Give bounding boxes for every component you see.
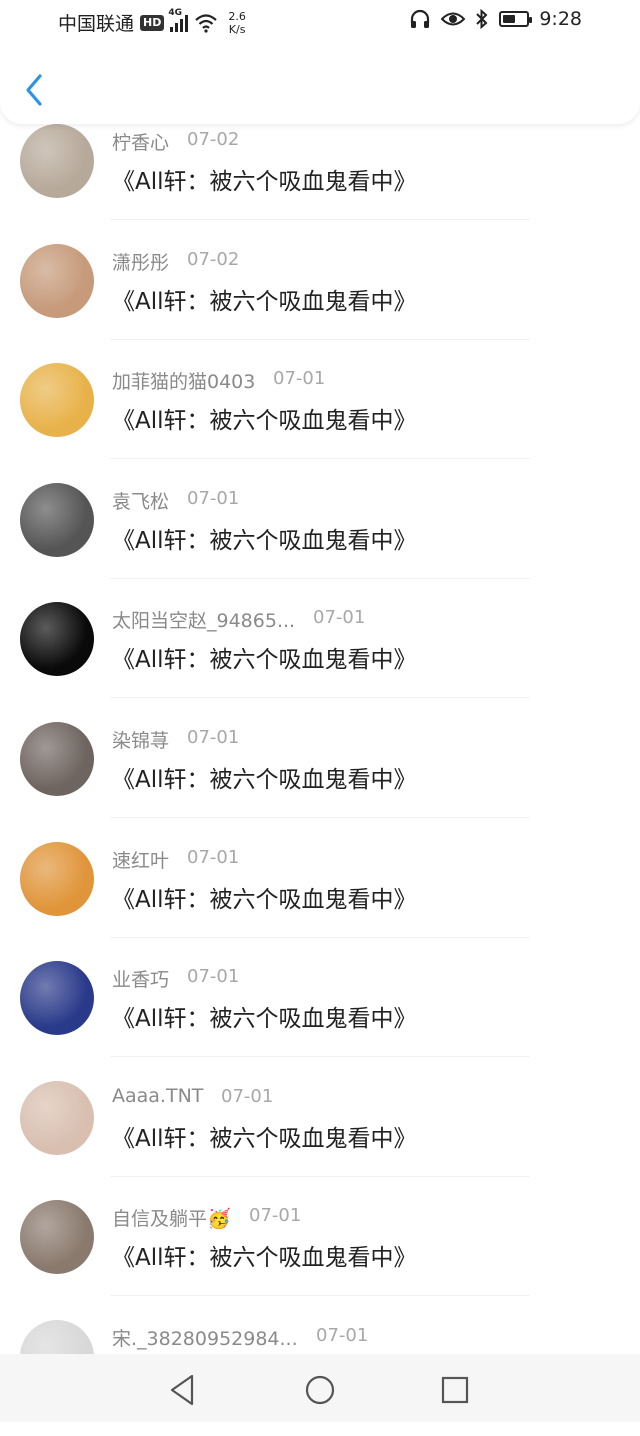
comment-date: 07-01 xyxy=(187,727,240,748)
list-item[interactable]: 太阳当空赵_94865... 07-01 《All轩：被六个吸血鬼看中》 xyxy=(0,598,640,718)
status-bar: 中国联通 HD 4G 2.6 K/s 9:28 xyxy=(0,0,640,44)
avatar[interactable] xyxy=(20,243,94,318)
list-item[interactable]: 染锦荨 07-01 《All轩：被六个吸血鬼看中》 xyxy=(0,718,640,838)
avatar[interactable] xyxy=(20,722,94,796)
username[interactable]: 自信及躺平🥳 xyxy=(112,1204,231,1231)
divider xyxy=(110,338,530,340)
chevron-left-icon xyxy=(26,74,42,106)
avatar[interactable] xyxy=(20,363,94,438)
avatar[interactable] xyxy=(20,482,94,557)
username[interactable]: 业香巧 xyxy=(112,965,169,992)
list-item[interactable]: 业香巧 07-01 《All轩：被六个吸血鬼看中》 xyxy=(0,957,640,1077)
avatar[interactable] xyxy=(20,602,94,677)
top-header: 中国联通 HD 4G 2.6 K/s 9:28 xyxy=(0,0,640,124)
eye-icon xyxy=(441,12,466,26)
book-title[interactable]: 《All轩：被六个吸血鬼看中》 xyxy=(112,282,417,316)
username[interactable]: 宋._38280952984... xyxy=(112,1324,298,1351)
list-item[interactable]: Aaaa.TNT 07-01 《All轩：被六个吸血鬼看中》 xyxy=(0,1077,640,1197)
list-item[interactable]: 潇彤彤 07-02 《All轩：被六个吸血鬼看中》 xyxy=(0,240,640,360)
comment-date: 07-01 xyxy=(187,846,240,868)
divider xyxy=(110,1175,530,1177)
divider xyxy=(110,697,530,699)
list-item[interactable]: 自信及躺平🥳 07-01 《All轩：被六个吸血鬼看中》 xyxy=(0,1196,640,1316)
navigation-bar xyxy=(0,1354,640,1422)
bluetooth-icon xyxy=(476,9,488,29)
avatar[interactable] xyxy=(20,124,94,198)
avatar[interactable] xyxy=(20,1200,94,1275)
list-item[interactable]: 速红叶 07-01 《All轩：被六个吸血鬼看中》 xyxy=(0,838,640,958)
list-item[interactable]: 袁飞松 07-01 《All轩：被六个吸血鬼看中》 xyxy=(0,479,640,599)
hd-badge: HD xyxy=(140,14,165,31)
network-type-label: 4G xyxy=(168,7,183,18)
username[interactable]: 太阳当空赵_94865... xyxy=(112,606,295,633)
avatar[interactable] xyxy=(20,961,94,1036)
divider xyxy=(110,1056,530,1058)
wifi-icon xyxy=(195,13,218,33)
avatar[interactable] xyxy=(20,841,94,916)
username[interactable]: 加菲猫的猫0403 xyxy=(112,367,255,394)
book-title[interactable]: 《All轩：被六个吸血鬼看中》 xyxy=(112,521,417,555)
avatar[interactable] xyxy=(20,1080,94,1155)
comment-date: 07-01 xyxy=(313,607,366,629)
divider xyxy=(110,219,530,220)
book-title[interactable]: 《All轩：被六个吸血鬼看中》 xyxy=(112,880,417,914)
back-triangle-icon xyxy=(170,1374,194,1406)
divider xyxy=(110,817,530,818)
username[interactable]: 袁飞松 xyxy=(112,487,169,514)
headphones-icon xyxy=(411,9,430,28)
comment-date: 07-01 xyxy=(249,1205,302,1227)
book-title[interactable]: 《All轩：被六个吸血鬼看中》 xyxy=(112,1119,417,1153)
clock: 9:28 xyxy=(539,8,582,30)
recents-square-icon xyxy=(441,1376,469,1404)
book-title[interactable]: 《All轩：被六个吸血鬼看中》 xyxy=(112,760,417,794)
divider xyxy=(110,936,530,938)
username[interactable]: 速红叶 xyxy=(112,846,169,873)
signal-icon: 4G xyxy=(168,8,189,32)
nav-home-button[interactable] xyxy=(300,1370,340,1410)
comment-date: 07-01 xyxy=(187,487,240,509)
comment-date: 07-02 xyxy=(187,129,240,150)
username[interactable]: 潇彤彤 xyxy=(112,248,169,275)
book-title[interactable]: 《All轩：被六个吸血鬼看中》 xyxy=(112,1238,417,1272)
username[interactable]: 柠香心 xyxy=(112,128,169,155)
divider xyxy=(110,458,530,460)
home-circle-icon xyxy=(305,1375,335,1405)
list-item[interactable]: 柠香心 07-02 《All轩：被六个吸血鬼看中》 xyxy=(0,120,640,240)
network-speed: 2.6 K/s xyxy=(228,9,246,36)
comment-date: 07-02 xyxy=(187,248,240,270)
username[interactable]: Aaaa.TNT xyxy=(112,1085,203,1107)
comment-date: 07-01 xyxy=(316,1325,369,1346)
divider xyxy=(110,1295,530,1297)
comment-date: 07-01 xyxy=(187,966,240,988)
list-item[interactable]: 加菲猫的猫0403 07-01 《All轩：被六个吸血鬼看中》 xyxy=(0,359,640,479)
nav-recents-button[interactable] xyxy=(435,1370,475,1410)
nav-back-button[interactable] xyxy=(164,1370,204,1410)
book-title[interactable]: 《All轩：被六个吸血鬼看中》 xyxy=(112,162,417,196)
comment-date: 07-01 xyxy=(221,1085,274,1107)
username[interactable]: 染锦荨 xyxy=(112,726,169,753)
carrier-label: 中国联通 xyxy=(58,13,135,35)
divider xyxy=(110,577,530,579)
comment-date: 07-01 xyxy=(273,368,326,390)
back-button[interactable] xyxy=(18,70,52,110)
book-title[interactable]: 《All轩：被六个吸血鬼看中》 xyxy=(112,999,417,1033)
book-title[interactable]: 《All轩：被六个吸血鬼看中》 xyxy=(112,401,417,435)
battery-icon xyxy=(499,11,533,27)
book-title[interactable]: 《All轩：被六个吸血鬼看中》 xyxy=(112,640,417,674)
